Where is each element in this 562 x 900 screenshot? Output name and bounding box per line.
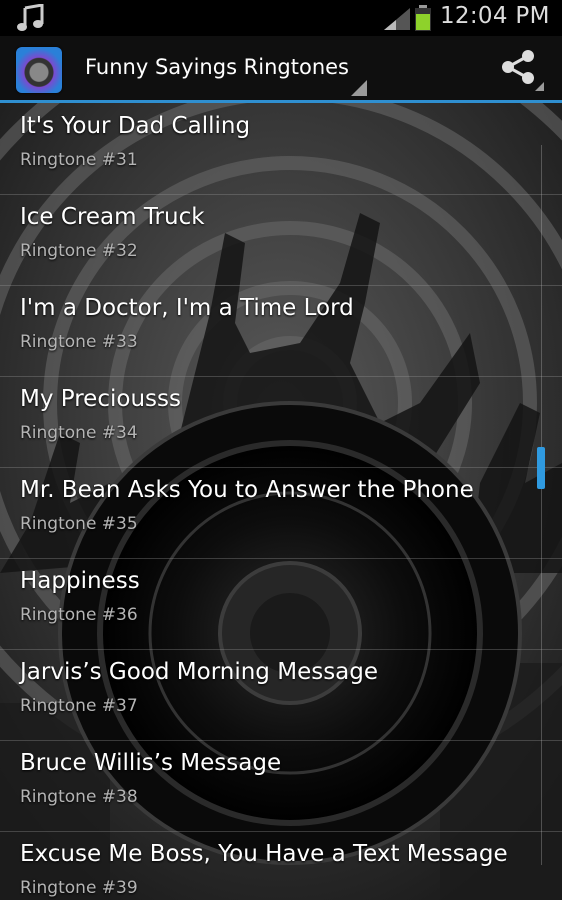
list-item[interactable]: Jarvis’s Good Morning Message Ringtone #…: [0, 649, 562, 741]
signal-icon: [384, 8, 410, 30]
ringtone-name: Bruce Willis’s Message: [20, 750, 282, 776]
ringtone-number: Ringtone #34: [20, 423, 138, 443]
speaker-app-icon[interactable]: [16, 47, 62, 93]
clock: 12:04 PM: [440, 3, 550, 29]
ringtone-name: Excuse Me Boss, You Have a Text Message: [20, 841, 508, 867]
list-item[interactable]: Happiness Ringtone #36: [0, 558, 562, 650]
ringtone-name: I'm a Doctor, I'm a Time Lord: [20, 295, 354, 321]
list-item[interactable]: Excuse Me Boss, You Have a Text Message …: [0, 831, 562, 900]
share-icon[interactable]: [500, 50, 536, 84]
ringtone-name: Mr. Bean Asks You to Answer the Phone: [20, 477, 474, 503]
battery-icon: [415, 5, 431, 31]
list-item[interactable]: My Preciousss Ringtone #34: [0, 376, 562, 468]
ringtone-list: It's Your Dad Calling Ringtone #31 Ice C…: [0, 103, 562, 900]
ringtone-number: Ringtone #32: [20, 241, 138, 261]
ringtone-number: Ringtone #39: [20, 878, 138, 898]
ringtone-name: My Preciousss: [20, 386, 181, 412]
ringtone-number: Ringtone #35: [20, 514, 138, 534]
ringtone-name: It's Your Dad Calling: [20, 113, 251, 139]
list-item[interactable]: It's Your Dad Calling Ringtone #31: [0, 103, 562, 195]
scrollbar-thumb[interactable]: [537, 447, 545, 489]
status-bar: 12:04 PM: [0, 0, 562, 36]
ringtone-number: Ringtone #31: [20, 150, 138, 170]
list-item[interactable]: Ice Cream Truck Ringtone #32: [0, 194, 562, 286]
music-note-icon: [17, 4, 44, 31]
dropdown-corner-icon: [351, 80, 367, 96]
action-bar: Funny Sayings Ringtones: [0, 36, 562, 103]
ringtone-name: Jarvis’s Good Morning Message: [20, 659, 379, 685]
ringtone-number: Ringtone #38: [20, 787, 138, 807]
ringtone-number: Ringtone #37: [20, 696, 138, 716]
scrollbar-track[interactable]: [541, 145, 542, 865]
list-item[interactable]: Mr. Bean Asks You to Answer the Phone Ri…: [0, 467, 562, 559]
ringtone-number: Ringtone #36: [20, 605, 138, 625]
ringtone-name: Happiness: [20, 568, 140, 594]
ringtone-name: Ice Cream Truck: [20, 204, 205, 230]
app-title[interactable]: Funny Sayings Ringtones: [85, 55, 349, 79]
list-item[interactable]: Bruce Willis’s Message Ringtone #38: [0, 740, 562, 832]
list-item[interactable]: I'm a Doctor, I'm a Time Lord Ringtone #…: [0, 285, 562, 377]
ringtone-number: Ringtone #33: [20, 332, 138, 352]
overflow-corner-icon: [535, 82, 544, 91]
